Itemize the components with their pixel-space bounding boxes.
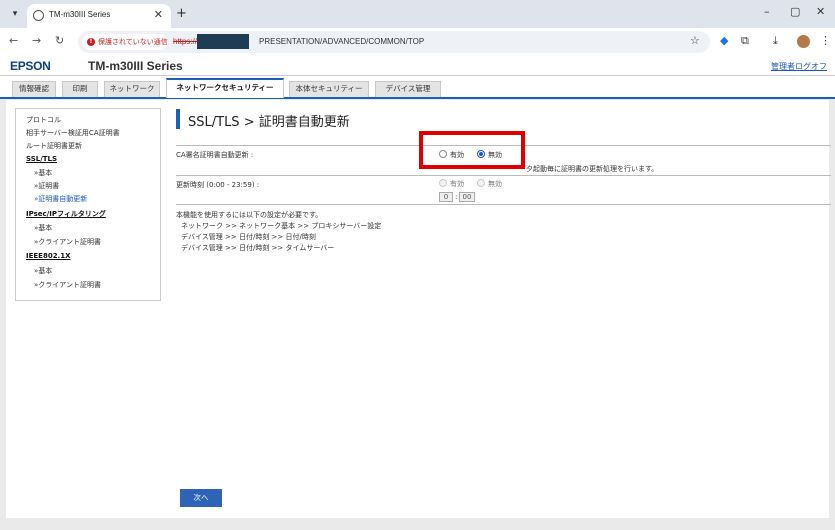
url-redacted-host: [197, 34, 249, 49]
sidebar: プロトコル 相手サーバー検証用CA証明書 ルート証明書更新 SSL/TLS »基…: [15, 108, 161, 301]
new-tab-button[interactable]: +: [176, 6, 187, 21]
maximize-button[interactable]: ▢: [790, 5, 800, 18]
security-warning-text: 保護されていない通信: [98, 38, 168, 46]
sidebar-item-ieee-basic[interactable]: »基本: [34, 266, 52, 276]
web-page: EPSON TM-m30III Series 管理者ログオフ 情報確認 印刷 ネ…: [0, 56, 835, 530]
page-title: SSL/TLS > 証明書自動更新: [188, 115, 350, 130]
sidebar-head-ipsec[interactable]: IPsec/IPフィルタリング: [26, 209, 106, 219]
tab-network-security[interactable]: ネットワークセキュリティー: [166, 78, 284, 98]
tab-info[interactable]: 情報確認: [12, 81, 56, 97]
sidebar-item-ssl-cert[interactable]: »証明書: [34, 181, 59, 191]
tab-title: TM-m30III Series: [49, 10, 111, 19]
globe-icon: [33, 10, 44, 21]
divider: [176, 204, 831, 205]
tab-print[interactable]: 印刷: [62, 81, 98, 97]
security-chip[interactable]: ! 保護されていない通信: [82, 34, 168, 50]
minimize-button[interactable]: –: [764, 5, 770, 18]
back-icon[interactable]: ←: [9, 34, 18, 47]
sidebar-head-ieee[interactable]: IEEE802.1X: [26, 252, 71, 260]
requirements-intro: 本機能を使用するには以下の設定が必要です。: [176, 211, 323, 219]
divider: [176, 175, 831, 176]
close-window-button[interactable]: ✕: [816, 5, 825, 18]
update-time-label: 更新時刻 (0:00 - 23:59) :: [176, 181, 260, 189]
model-name: TM-m30III Series: [88, 59, 183, 73]
download-icon[interactable]: ⤓: [773, 34, 778, 48]
sidebar-item-ca-cert[interactable]: 相手サーバー検証用CA証明書: [26, 128, 120, 138]
next-button[interactable]: 次へ: [180, 489, 222, 507]
title-accent-bar: [176, 109, 180, 129]
tab-network[interactable]: ネットワーク: [104, 81, 160, 97]
puzzle-icon[interactable]: ⧉: [741, 34, 749, 48]
hour-input[interactable]: 0: [439, 192, 453, 202]
address-bar[interactable]: ! 保護されていない通信 https:// PRESENTATION/ADVAN…: [78, 31, 710, 53]
sidebar-item-ipsec-basic[interactable]: »基本: [34, 223, 52, 233]
tab-device-management[interactable]: デバイス管理: [375, 81, 441, 97]
tab-device-security[interactable]: 本体セキュリティー: [289, 81, 369, 97]
tabs-underline: [0, 97, 835, 99]
minute-input[interactable]: 00: [459, 192, 475, 202]
sidebar-item-ieee-client-cert[interactable]: »クライアント証明書: [34, 280, 101, 290]
tab-search-icon[interactable]: ▾: [8, 7, 22, 21]
logout-link[interactable]: 管理者ログオフ: [771, 61, 827, 72]
time-separator: :: [455, 193, 458, 201]
browser-toolbar: ← → ↻ ! 保護されていない通信 https:// PRESENTATION…: [0, 28, 835, 56]
sidebar-item-ssl-basic[interactable]: »基本: [34, 168, 52, 178]
ca-auto-update-label: CA署名証明書自動更新 :: [176, 151, 254, 159]
sidebar-item-ssl-auto-update[interactable]: »証明書自動更新: [34, 194, 87, 204]
profile-avatar[interactable]: [797, 35, 810, 48]
requirement-proxy: ネットワーク >> ネットワーク基本 >> プロキシサーバー設定: [181, 222, 382, 230]
close-tab-icon[interactable]: ✕: [154, 8, 163, 21]
epson-logo: EPSON: [10, 59, 51, 73]
url-path: PRESENTATION/ADVANCED/COMMON/TOP: [259, 37, 425, 46]
update-time-disabled-label[interactable]: 無効: [488, 179, 502, 189]
menu-icon[interactable]: ⋮: [820, 34, 831, 47]
sidebar-item-ipsec-client-cert[interactable]: »クライアント証明書: [34, 237, 101, 247]
sidebar-item-protocol[interactable]: プロトコル: [26, 115, 61, 125]
update-time-enabled-label[interactable]: 有効: [450, 179, 464, 189]
forward-icon[interactable]: →: [32, 34, 41, 47]
sidebar-item-root-cert-update[interactable]: ルート証明書更新: [26, 141, 82, 151]
reload-icon[interactable]: ↻: [55, 34, 64, 47]
ca-auto-update-note: 夕起動毎に証明書の更新処理を行います。: [526, 165, 659, 173]
requirement-timeserver: デバイス管理 >> 日付/時刻 >> タイムサーバー: [181, 244, 335, 252]
update-time-disabled-radio[interactable]: [477, 179, 485, 187]
browser-tab[interactable]: TM-m30III Series ✕: [27, 4, 171, 28]
page-header: EPSON TM-m30III Series 管理者ログオフ: [0, 56, 835, 76]
browser-tabstrip: ▾ TM-m30III Series ✕ + – ▢ ✕: [0, 0, 835, 28]
warning-icon: !: [87, 38, 95, 46]
sidebar-head-ssl[interactable]: SSL/TLS: [26, 155, 57, 163]
bookmark-star-icon[interactable]: ☆: [690, 34, 700, 47]
extension-icon[interactable]: ◆: [720, 34, 728, 47]
requirement-datetime: デバイス管理 >> 日付/時刻 >> 日付/時刻: [181, 233, 316, 241]
highlight-box: [419, 131, 525, 169]
url-scheme: https://: [173, 37, 198, 46]
update-time-enabled-radio[interactable]: [439, 179, 447, 187]
